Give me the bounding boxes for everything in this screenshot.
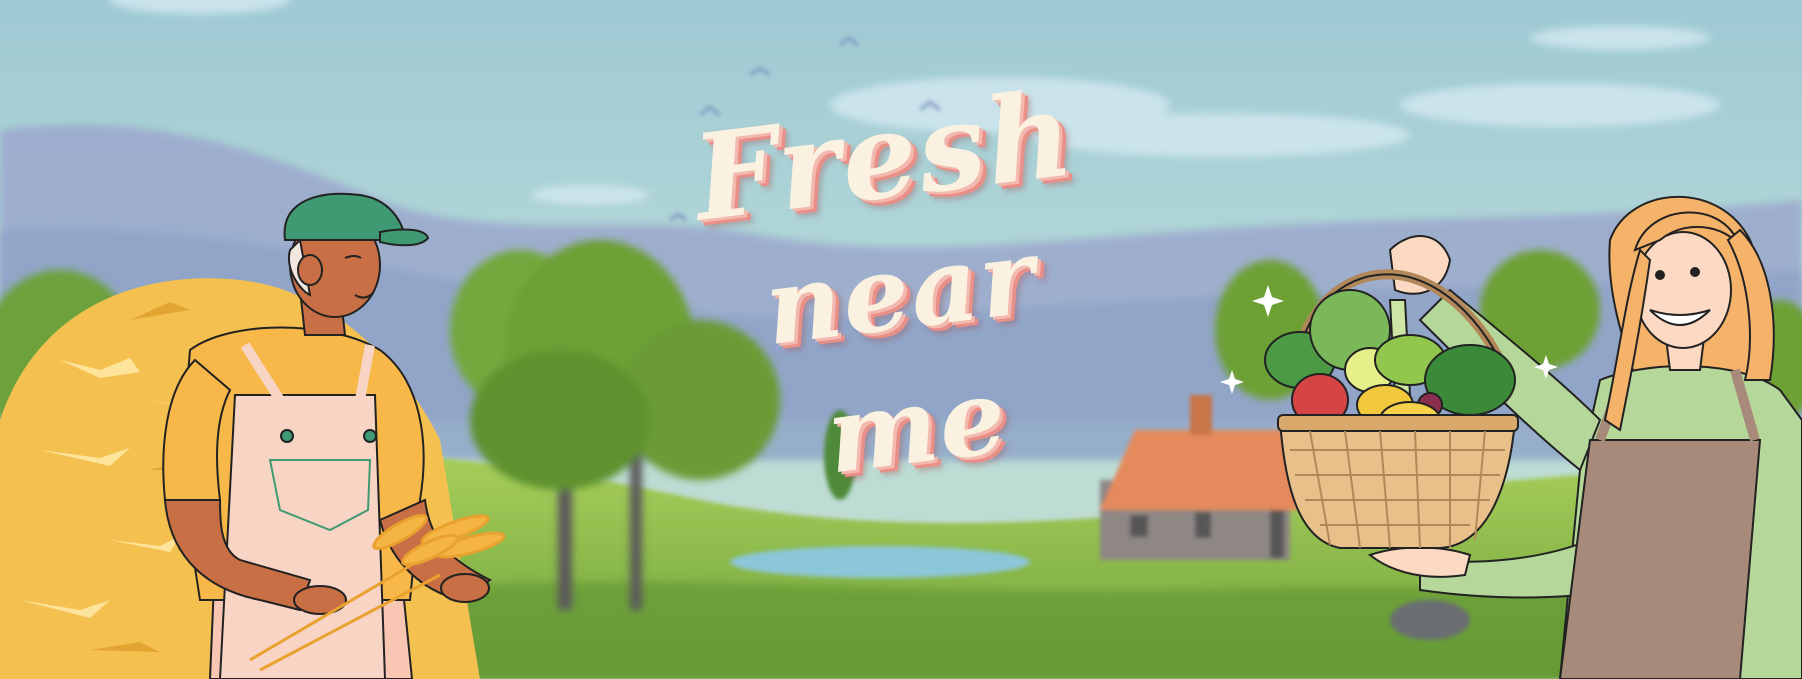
headline: Fresh near me <box>614 25 1186 545</box>
farm-banner: Fresh near me <box>0 0 1802 679</box>
pond <box>730 546 1030 578</box>
